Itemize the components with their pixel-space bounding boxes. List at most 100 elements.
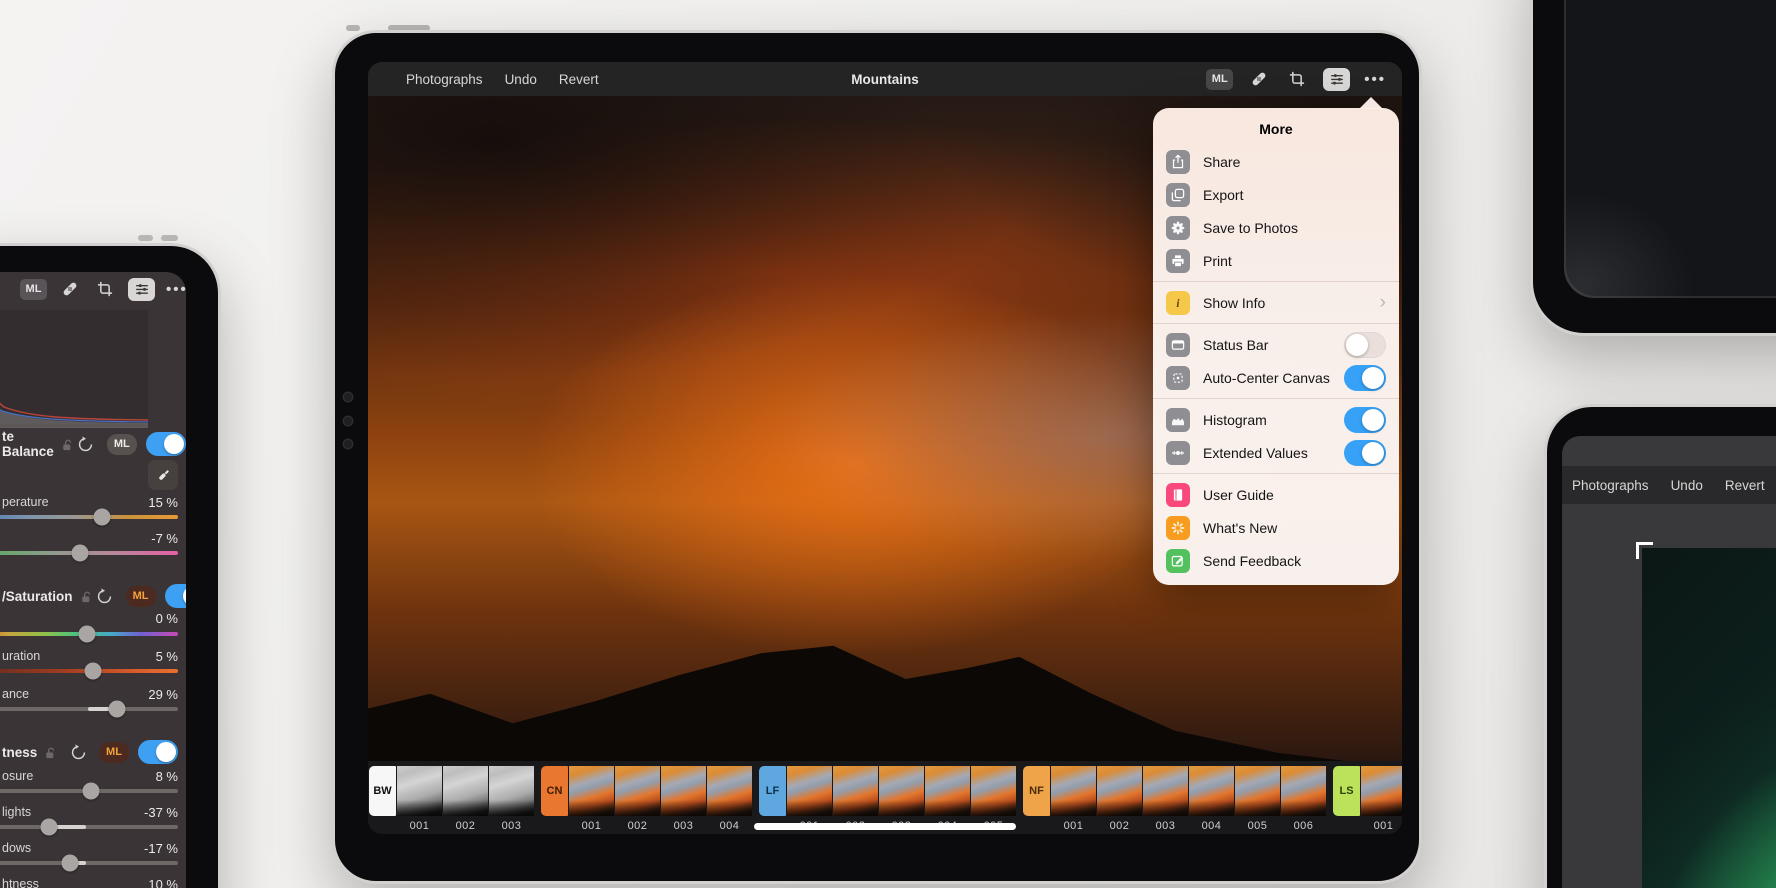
reset-icon[interactable] [74,432,98,456]
menu-item-whats-new[interactable]: What's New [1153,511,1399,544]
ml-badge[interactable]: ML [106,433,137,455]
slider-knob[interactable] [61,854,79,872]
vibrance-slider[interactable] [0,700,178,718]
thumbnail-image[interactable] [661,766,706,816]
exposure-slider[interactable] [0,782,178,800]
menu-item-status-bar[interactable]: Status Bar [1153,328,1399,361]
thumbnail-image[interactable] [971,766,1016,816]
preset-tab-BW[interactable]: BW [369,766,396,816]
thumbnail-image[interactable] [1281,766,1326,816]
preset-thumb-CN-002[interactable]: 002 [615,766,660,832]
reset-icon[interactable] [66,740,90,764]
preset-thumb-LS-001[interactable]: 001 [1361,766,1402,832]
shadows-slider[interactable] [0,854,178,872]
undo-button[interactable]: Undo [505,72,537,87]
menu-item-share[interactable]: Share [1153,145,1399,178]
thumbnail-image[interactable] [1051,766,1096,816]
auto-center-toggle[interactable] [1344,364,1386,391]
crop-icon[interactable] [1285,67,1309,91]
slider-knob[interactable] [78,625,96,643]
ml-badge[interactable]: ML [1206,68,1234,90]
thumbnail-image[interactable] [707,766,752,816]
status-bar-toggle[interactable] [1344,331,1386,358]
preset-thumb-NF-001[interactable]: 001 [1051,766,1096,832]
home-indicator[interactable] [754,823,1016,830]
temperature-slider[interactable] [0,508,178,526]
menu-item-save-to-photos[interactable]: Save to Photos [1153,211,1399,244]
thumbnail-image[interactable] [443,766,488,816]
thumbnail-number: 001 [1063,820,1084,832]
menu-item-print[interactable]: Print [1153,244,1399,277]
undo-button[interactable]: Undo [1671,478,1703,493]
thumbnail-image[interactable] [1189,766,1234,816]
more-icon[interactable]: ••• [1364,71,1386,88]
adjustments-icon-selected[interactable] [128,277,155,301]
highlights-slider[interactable] [0,818,178,836]
preset-thumb-CN-003[interactable]: 003 [661,766,706,832]
preset-thumb-BW-002[interactable]: 002 [443,766,488,832]
revert-button[interactable]: Revert [1725,478,1765,493]
slider-knob[interactable] [40,818,58,836]
thumbnail-image[interactable] [1143,766,1188,816]
preset-thumb-CN-004[interactable]: 004 [707,766,752,832]
menu-item-auto-center[interactable]: Auto-Center Canvas [1153,361,1399,394]
hue-saturation-toggle[interactable] [164,584,186,608]
preset-thumb-NF-005[interactable]: 005 [1235,766,1280,832]
menu-item-extended-values[interactable]: Extended Values [1153,436,1399,469]
more-icon[interactable]: ••• [166,281,186,298]
menu-item-send-feedback[interactable]: Send Feedback [1153,544,1399,577]
menu-item-show-info[interactable]: i Show Info › [1153,286,1399,319]
slider-knob[interactable] [93,508,111,526]
menu-item-export[interactable]: Save to Photos Export [1153,178,1399,211]
preset-thumb-CN-001[interactable]: 001 [569,766,614,832]
tint-slider[interactable] [0,544,178,562]
thumbnail-image[interactable] [1361,766,1402,816]
thumbnail-image[interactable] [489,766,534,816]
preset-thumb-BW-001[interactable]: 001 [397,766,442,832]
ml-badge-active[interactable]: ML [125,585,156,607]
ml-badge[interactable]: ML [20,278,47,300]
ml-badge-active[interactable]: ML [99,741,129,763]
thumbnail-image[interactable] [833,766,878,816]
slider-knob[interactable] [84,662,102,680]
adjustments-icon-selected[interactable] [1323,67,1351,91]
repair-icon[interactable] [1247,67,1271,91]
preset-thumb-NF-004[interactable]: 004 [1189,766,1234,832]
thumbnail-image[interactable] [569,766,614,816]
preset-tab-LS[interactable]: LS [1333,766,1360,816]
thumbnail-image[interactable] [397,766,442,816]
menu-item-user-guide[interactable]: User Guide [1153,478,1399,511]
reset-icon[interactable] [93,584,117,608]
preset-thumb-NF-002[interactable]: 002 [1097,766,1142,832]
slider-knob[interactable] [108,700,126,718]
photographs-button[interactable]: Photographs [1572,478,1649,493]
histogram-toggle[interactable] [1344,406,1386,433]
slider-knob[interactable] [82,782,100,800]
menu-item-histogram[interactable]: Histogram [1153,403,1399,436]
repair-icon[interactable] [58,277,82,301]
thumbnail-image[interactable] [1235,766,1280,816]
photographs-button[interactable]: Photographs [406,72,483,87]
saturation-slider[interactable] [0,662,178,680]
preset-tab-NF[interactable]: NF [1023,766,1050,816]
preset-tab-CN[interactable]: CN [541,766,568,816]
crop-icon[interactable] [93,277,117,301]
thumbnail-image[interactable] [787,766,832,816]
thumbnail-image[interactable] [925,766,970,816]
lightness-toggle[interactable] [138,740,178,764]
preset-tab-LF[interactable]: LF [759,766,786,816]
revert-button[interactable]: Revert [559,72,599,87]
thumbnail-image[interactable] [879,766,924,816]
hue-slider[interactable] [0,625,178,643]
thumbnail-image[interactable] [615,766,660,816]
slider-knob[interactable] [71,544,89,562]
crop-handle[interactable] [1636,542,1639,559]
white-balance-toggle[interactable] [145,432,186,456]
preset-thumb-NF-003[interactable]: 003 [1143,766,1188,832]
eyedropper-button[interactable] [148,460,178,490]
preset-thumb-NF-006[interactable]: 006 [1281,766,1326,832]
preset-thumb-BW-003[interactable]: 003 [489,766,534,832]
thumbnail-image[interactable] [1097,766,1142,816]
center-ipad-screen: Photographs Undo Revert Mountains ML ••• [368,62,1402,834]
extended-values-toggle[interactable] [1344,439,1386,466]
